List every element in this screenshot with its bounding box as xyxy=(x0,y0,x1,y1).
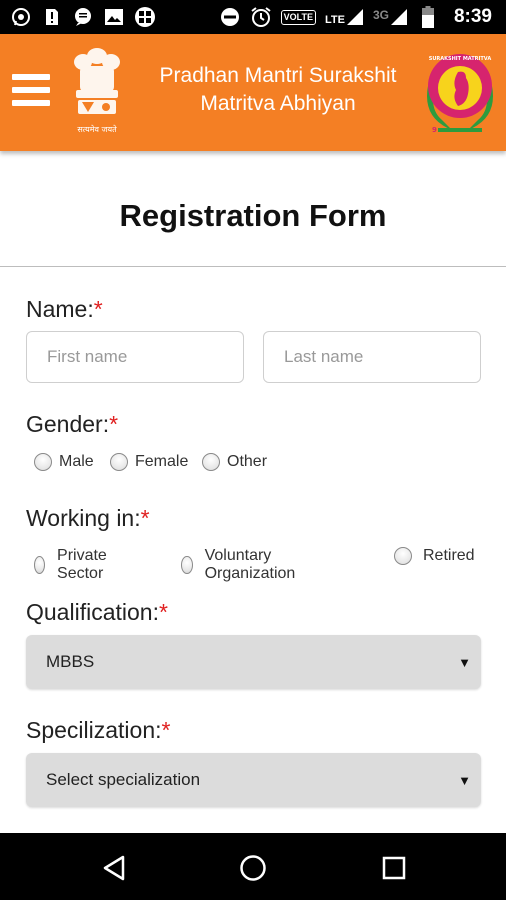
required-mark: * xyxy=(93,296,103,322)
navigation-bar xyxy=(0,833,506,900)
pmsma-logo: SURAKSHIT MATRITVA 9 xyxy=(422,46,498,140)
status-time: 8:39 xyxy=(453,6,492,27)
dropdown-arrow-icon: ▼ xyxy=(458,654,471,670)
whatsapp-icon xyxy=(10,6,32,28)
volte-icon: VOLTE xyxy=(280,9,316,25)
battery-icon xyxy=(417,6,439,28)
dropdown-arrow-icon: ▼ xyxy=(458,772,471,788)
qualification-value: MBBS xyxy=(46,652,95,671)
working-private-sector-radio[interactable]: Private Sector xyxy=(34,547,114,583)
home-icon[interactable] xyxy=(236,851,270,885)
app-title: Pradhan Mantri Surakshit Matritva Abhiya… xyxy=(159,64,397,115)
radio-button[interactable] xyxy=(110,453,128,471)
back-icon[interactable] xyxy=(97,851,131,885)
specialization-label: Specilization:* xyxy=(26,717,171,743)
specialization-select[interactable]: Select specialization ▼ xyxy=(26,753,481,807)
national-emblem-logo: सत्यमेव जयते xyxy=(68,46,126,142)
working-voluntary-organization-radio[interactable]: Voluntary Organization xyxy=(181,547,302,583)
app-bar: सत्यमेव जयते Pradhan Mantri Surakshit Ma… xyxy=(0,34,506,151)
sim-alert-icon xyxy=(41,6,63,28)
qualification-select[interactable]: MBBS ▼ xyxy=(26,635,481,689)
required-mark: * xyxy=(109,411,119,437)
gender-male-radio[interactable]: Male xyxy=(34,453,94,471)
required-mark: * xyxy=(161,717,171,743)
message-icon xyxy=(72,6,94,28)
do-not-disturb-icon xyxy=(219,6,241,28)
last-name-input[interactable] xyxy=(263,331,481,383)
gender-other-radio[interactable]: Other xyxy=(202,453,267,471)
app-icon xyxy=(134,6,156,28)
radio-button[interactable] xyxy=(34,556,46,574)
radio-button[interactable] xyxy=(34,453,52,471)
3g-signal-icon: 3G xyxy=(373,8,408,26)
status-bar-notifications xyxy=(10,6,156,28)
specialization-value: Select specialization xyxy=(46,770,201,789)
first-name-input[interactable] xyxy=(26,331,244,383)
qualification-label: Qualification:* xyxy=(26,599,168,625)
working-in-label: Working in:* xyxy=(26,505,150,531)
radio-button[interactable] xyxy=(394,547,412,565)
menu-icon[interactable] xyxy=(12,74,50,110)
required-mark: * xyxy=(140,505,150,531)
lte-signal-icon: LTE xyxy=(325,8,364,26)
working-retired-radio[interactable]: Retired xyxy=(394,547,475,565)
svg-text:सत्यमेव जयते: सत्यमेव जयते xyxy=(77,124,117,134)
title-divider xyxy=(0,266,506,267)
status-bar-system: VOLTE LTE 3G 8:39 xyxy=(219,6,492,28)
svg-text:9: 9 xyxy=(432,126,437,134)
form-title: Registration Form xyxy=(119,198,387,233)
svg-text:SURAKSHIT MATRITVA: SURAKSHIT MATRITVA xyxy=(429,56,492,62)
status-bar: VOLTE LTE 3G 8:39 xyxy=(0,0,506,34)
name-label: Name:* xyxy=(26,296,103,322)
gender-female-radio[interactable]: Female xyxy=(110,453,188,471)
gender-label: Gender:* xyxy=(26,411,119,437)
alarm-icon xyxy=(250,6,272,28)
recents-icon[interactable] xyxy=(377,851,411,885)
radio-button[interactable] xyxy=(202,453,220,471)
radio-button[interactable] xyxy=(181,556,193,574)
image-icon xyxy=(103,6,125,28)
required-mark: * xyxy=(158,599,168,625)
